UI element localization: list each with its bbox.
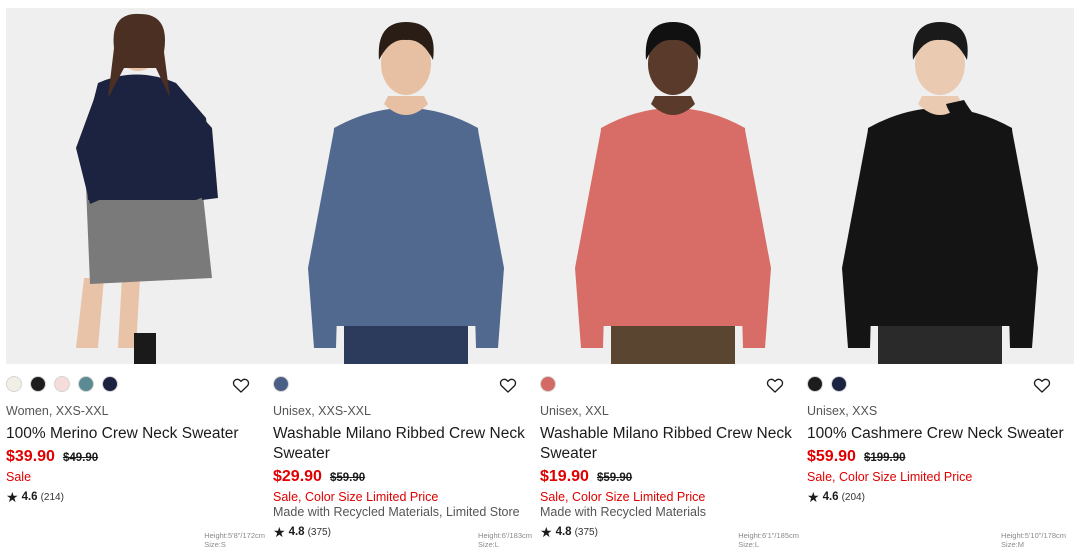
model-illustration xyxy=(842,22,1038,364)
review-count: (214) xyxy=(40,491,64,503)
color-swatch[interactable] xyxy=(273,376,289,392)
favorite-heart-icon[interactable] xyxy=(231,375,251,395)
rating-score: 4.8 xyxy=(288,526,305,538)
heart-icon xyxy=(1033,378,1051,393)
product-info: Women, XXS-XXL 100% Merino Crew Neck Swe… xyxy=(6,404,268,504)
rating-score: 4.8 xyxy=(555,526,572,538)
star-icon: ★ xyxy=(807,489,820,505)
model-info: Height:5'8"/172cm Size:S xyxy=(204,531,265,549)
review-count: (375) xyxy=(307,526,331,538)
rating-score: 4.6 xyxy=(822,491,839,503)
sale-flag: Sale, Color Size Limited Price xyxy=(540,490,706,504)
model-size: Size:L xyxy=(738,540,760,549)
original-price: $59.90 xyxy=(596,472,633,484)
favorite-heart-icon[interactable] xyxy=(765,375,785,395)
review-count: (375) xyxy=(574,526,598,538)
price-row: $29.90 $59.90 xyxy=(273,468,535,486)
model-size: Size:S xyxy=(204,540,226,549)
color-swatch[interactable] xyxy=(102,376,118,392)
color-swatches xyxy=(273,376,289,394)
rating-score: 4.6 xyxy=(21,491,38,503)
model-illustration xyxy=(76,13,218,364)
product-image[interactable] xyxy=(540,8,807,364)
original-price: $49.90 xyxy=(62,452,99,464)
star-icon: ★ xyxy=(540,524,553,540)
product-image[interactable] xyxy=(807,8,1074,364)
model-illustration xyxy=(308,22,504,364)
price-row: $19.90 $59.90 xyxy=(540,468,802,486)
model-info: Height:5'10"/178cm Size:M xyxy=(1001,531,1066,549)
color-swatches xyxy=(807,376,847,394)
review-count: (204) xyxy=(841,491,865,503)
product-info: Unisex, XXS 100% Cashmere Crew Neck Swea… xyxy=(807,404,1069,504)
sale-flag: Sale, Color Size Limited Price xyxy=(273,490,439,504)
product-note: Made with Recycled Materials, Limited St… xyxy=(273,505,520,519)
original-price: $199.90 xyxy=(863,452,906,464)
rating: ★ 4.6 (204) xyxy=(807,490,1069,504)
color-swatch[interactable] xyxy=(807,376,823,392)
product-name[interactable]: Washable Milano Ribbed Crew Neck Sweater xyxy=(540,424,802,464)
heart-icon xyxy=(766,378,784,393)
model-size: Size:M xyxy=(1001,540,1024,549)
color-swatch[interactable] xyxy=(30,376,46,392)
sale-price: $39.90 xyxy=(6,448,55,465)
heart-icon xyxy=(499,378,517,393)
product-name[interactable]: 100% Cashmere Crew Neck Sweater xyxy=(807,424,1069,444)
product-card[interactable]: Height:5'10"/178cm Size:M Unisex, XXS 10… xyxy=(807,8,1074,557)
heart-icon xyxy=(232,378,250,393)
model-illustration xyxy=(575,22,771,364)
product-category: Women, XXS-XXL xyxy=(6,404,109,418)
sale-price: $29.90 xyxy=(273,468,322,485)
color-swatch[interactable] xyxy=(831,376,847,392)
sale-flag: Sale, Color Size Limited Price xyxy=(807,470,973,484)
product-image[interactable] xyxy=(273,8,540,364)
product-card[interactable]: Height:6'/183cm Size:L Unisex, XXS-XXL W… xyxy=(273,8,540,557)
color-swatch[interactable] xyxy=(78,376,94,392)
product-name[interactable]: Washable Milano Ribbed Crew Neck Sweater xyxy=(273,424,535,464)
original-price: $59.90 xyxy=(329,472,366,484)
favorite-heart-icon[interactable] xyxy=(498,375,518,395)
rating: ★ 4.8 (375) xyxy=(273,525,535,539)
color-swatch[interactable] xyxy=(54,376,70,392)
model-height: Height:5'10"/178cm xyxy=(1001,531,1066,540)
product-info: Unisex, XXS-XXL Washable Milano Ribbed C… xyxy=(273,404,535,539)
product-card[interactable]: Height:5'8"/172cm Size:S Women, XXS-XXL … xyxy=(6,8,273,557)
product-name[interactable]: 100% Merino Crew Neck Sweater xyxy=(6,424,268,444)
model-size: Size:L xyxy=(478,540,499,549)
color-swatches xyxy=(540,376,556,394)
sale-flag: Sale xyxy=(6,470,32,484)
color-swatches xyxy=(6,376,118,394)
product-note: Made with Recycled Materials xyxy=(540,505,707,519)
product-category: Unisex, XXS-XXL xyxy=(273,404,371,418)
star-icon: ★ xyxy=(6,489,19,505)
product-info: Unisex, XXL Washable Milano Ribbed Crew … xyxy=(540,404,802,539)
price-row: $59.90 $199.90 xyxy=(807,448,1069,466)
sale-price: $59.90 xyxy=(807,448,856,465)
star-icon: ★ xyxy=(273,524,286,540)
product-image[interactable] xyxy=(6,8,273,364)
favorite-heart-icon[interactable] xyxy=(1032,375,1052,395)
price-row: $39.90 $49.90 xyxy=(6,448,268,466)
product-grid: Height:5'8"/172cm Size:S Women, XXS-XXL … xyxy=(6,8,1074,557)
color-swatch[interactable] xyxy=(6,376,22,392)
product-category: Unisex, XXL xyxy=(540,404,609,418)
rating: ★ 4.8 (375) xyxy=(540,525,802,539)
color-swatch[interactable] xyxy=(540,376,556,392)
sale-price: $19.90 xyxy=(540,468,589,485)
rating: ★ 4.6 (214) xyxy=(6,490,268,504)
product-category: Unisex, XXS xyxy=(807,404,878,418)
product-card[interactable]: Height:6'1"/185cm Size:L Unisex, XXL Was… xyxy=(540,8,807,557)
model-height: Height:5'8"/172cm xyxy=(204,531,265,540)
